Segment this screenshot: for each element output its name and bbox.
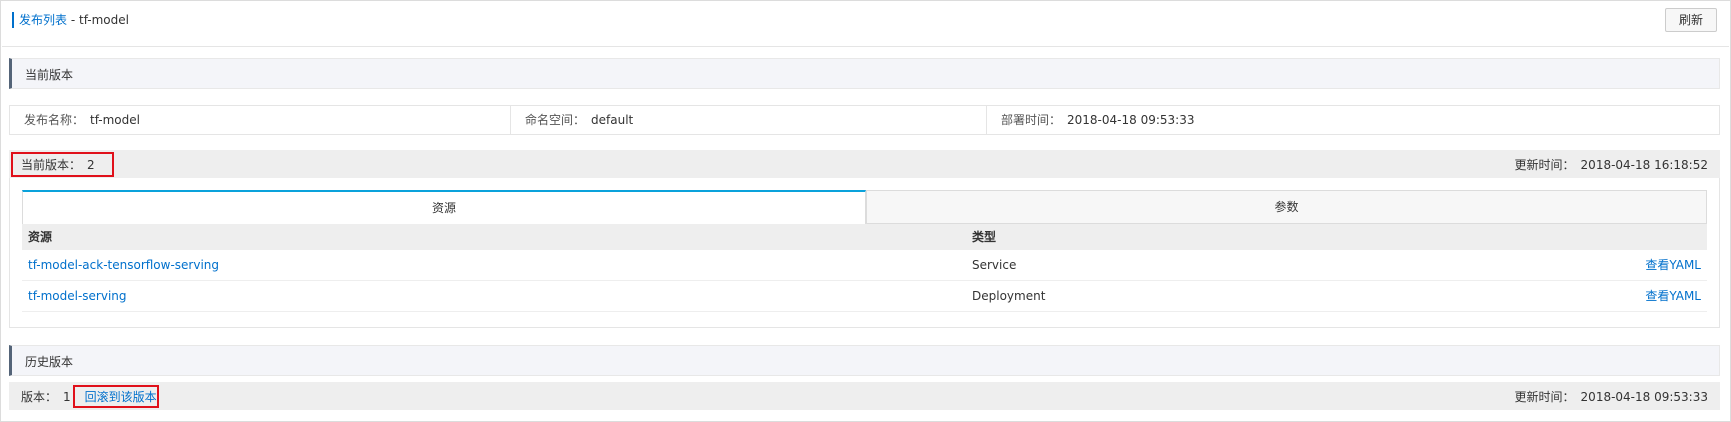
view-yaml-link[interactable]: 查看YAML xyxy=(1645,281,1701,312)
history-version-info: 版本： 1 回滚到该版本 xyxy=(21,388,157,405)
release-name-value: tf-model xyxy=(90,113,140,127)
resource-type: Service xyxy=(972,258,1017,272)
current-version-info: 当前版本： 2 xyxy=(21,156,95,173)
current-version-bar: 当前版本： 2 更新时间： 2018-04-18 16:18:52 xyxy=(9,150,1720,178)
tab-parameters[interactable]: 参数 xyxy=(866,190,1707,224)
release-detail-page: 发布列表 - tf-model 刷新 当前版本 发布名称： tf-model 命名… xyxy=(0,0,1731,422)
release-name-cell: 发布名称： tf-model xyxy=(10,106,511,134)
release-info-row: 发布名称： tf-model 命名空间： default 部署时间： 2018-04-… xyxy=(9,105,1720,135)
refresh-button[interactable]: 刷新 xyxy=(1665,8,1717,32)
release-name-label: 发布名称： xyxy=(24,113,85,127)
page-header: 发布列表 - tf-model 刷新 xyxy=(2,2,1729,47)
rollback-link[interactable]: 回滚到该版本 xyxy=(85,390,157,404)
updated-time-value: 2018-04-18 09:53:33 xyxy=(1580,390,1708,404)
resource-tabs: 资源 参数 xyxy=(22,190,1707,224)
history-version-label: 版本： xyxy=(21,390,58,404)
history-version-updated: 更新时间： 2018-04-18 09:53:33 xyxy=(1515,388,1708,405)
current-version-updated: 更新时间： 2018-04-18 16:18:52 xyxy=(1515,156,1708,173)
deploy-time-label: 部署时间： xyxy=(1001,113,1062,127)
deploy-time-cell: 部署时间： 2018-04-18 09:53:33 xyxy=(987,106,1719,134)
breadcrumb: 发布列表 - tf-model xyxy=(19,11,129,29)
resource-type: Deployment xyxy=(972,289,1046,303)
current-version-label: 当前版本： xyxy=(21,158,82,172)
current-version-value: 2 xyxy=(87,158,95,172)
breadcrumb-separator: - xyxy=(67,13,79,27)
title-accent-bar xyxy=(12,12,14,28)
updated-time-label: 更新时间： xyxy=(1514,158,1575,172)
resource-name-link[interactable]: tf-model-serving xyxy=(28,281,127,312)
namespace-label: 命名空间： xyxy=(525,113,586,127)
section-title: 当前版本 xyxy=(25,68,74,82)
breadcrumb-release-list-link[interactable]: 发布列表 xyxy=(19,13,67,27)
tab-resources[interactable]: 资源 xyxy=(22,190,866,224)
updated-time-value: 2018-04-18 16:18:52 xyxy=(1580,158,1708,172)
updated-time-label: 更新时间： xyxy=(1514,390,1575,404)
column-header-resource: 资源 xyxy=(28,230,53,244)
table-row: tf-model-ack-tensorflow-serving Service … xyxy=(22,250,1707,281)
history-version-value: 1 xyxy=(63,390,71,404)
history-version-section-header: 历史版本 xyxy=(9,345,1720,376)
history-version-bar: 版本： 1 回滚到该版本 更新时间： 2018-04-18 09:53:33 xyxy=(9,382,1720,410)
namespace-value: default xyxy=(591,113,634,127)
column-header-type: 类型 xyxy=(972,230,997,244)
breadcrumb-current: tf-model xyxy=(78,13,129,27)
resource-table: 资源 类型 tf-model-ack-tensorflow-serving Se… xyxy=(22,224,1707,312)
current-version-section-header: 当前版本 xyxy=(9,58,1720,89)
namespace-cell: 命名空间： default xyxy=(511,106,987,134)
current-version-panel: 资源 参数 资源 类型 tf-model-ack-tensorflow-serv… xyxy=(9,178,1720,328)
table-row: tf-model-serving Deployment 查看YAML xyxy=(22,281,1707,312)
view-yaml-link[interactable]: 查看YAML xyxy=(1645,250,1701,281)
deploy-time-value: 2018-04-18 09:53:33 xyxy=(1067,113,1195,127)
resource-name-link[interactable]: tf-model-ack-tensorflow-serving xyxy=(28,250,219,281)
section-title: 历史版本 xyxy=(25,355,74,369)
table-header: 资源 类型 xyxy=(22,224,1707,250)
